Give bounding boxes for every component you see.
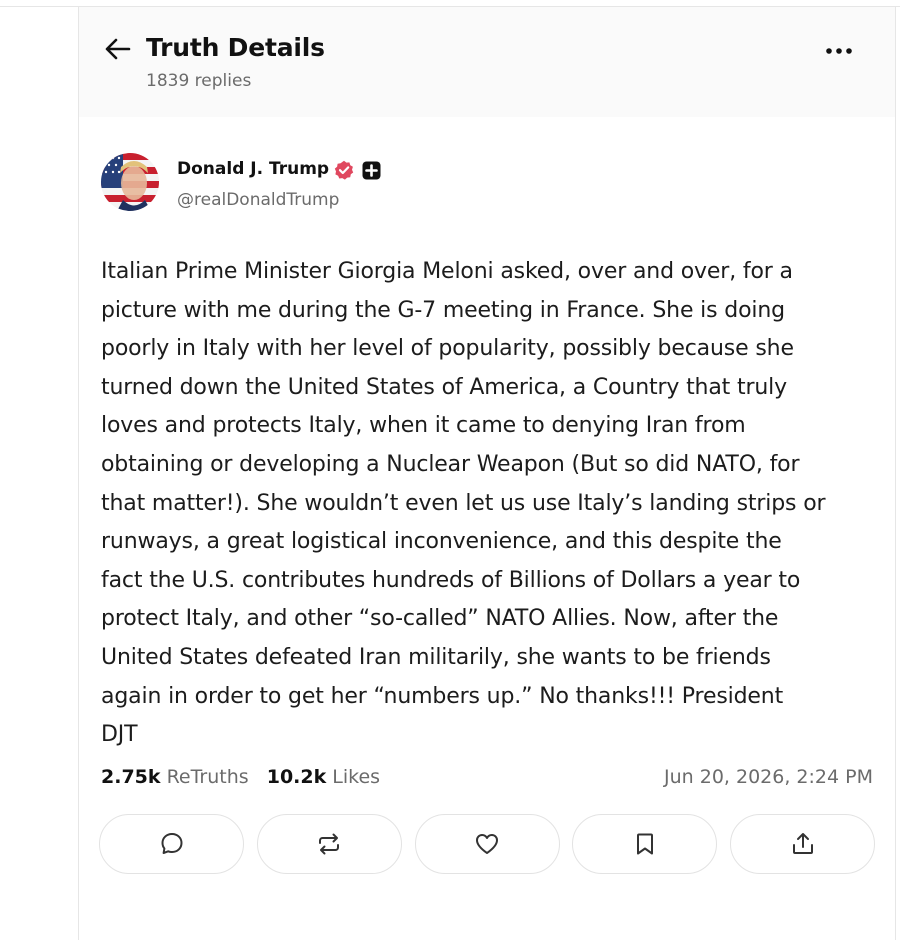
author-handle[interactable]: @realDonaldTrump xyxy=(177,190,339,210)
back-button[interactable] xyxy=(103,35,133,63)
repost-icon xyxy=(319,833,340,855)
share-button[interactable] xyxy=(730,814,875,874)
replies-count: 1839 replies xyxy=(146,71,252,91)
retruths-count: 2.75k xyxy=(101,766,161,788)
like-button[interactable] xyxy=(414,814,560,874)
heart-icon xyxy=(476,834,498,854)
avatar-image xyxy=(101,153,159,211)
engagement-stats: 2.75k ReTruths 10.2k Likes xyxy=(101,766,392,788)
author-name[interactable]: Donald J. Trump xyxy=(177,159,329,179)
likes-stat[interactable]: 10.2k Likes xyxy=(267,766,380,788)
plus-badge-icon xyxy=(362,161,381,180)
reply-button[interactable] xyxy=(99,814,244,874)
action-bar xyxy=(99,814,875,876)
comment-icon xyxy=(161,833,182,854)
bookmark-icon xyxy=(636,833,653,855)
page: Truth Details 1839 replies Donald J. Tru… xyxy=(0,0,900,940)
more-options-button[interactable] xyxy=(823,41,855,61)
retruths-label: ReTruths xyxy=(166,766,249,788)
post-timestamp: Jun 20, 2026, 2:24 PM xyxy=(664,766,873,788)
retruths-stat[interactable]: 2.75k ReTruths xyxy=(101,766,249,788)
post-text: Italian Prime Minister Giorgia Meloni as… xyxy=(101,259,826,748)
likes-count: 10.2k xyxy=(266,766,327,788)
retruth-button[interactable] xyxy=(256,814,402,874)
page-title: Truth Details xyxy=(146,33,325,62)
more-horizontal-icon xyxy=(826,48,852,54)
verified-badge-icon xyxy=(334,160,354,180)
arrow-left-icon xyxy=(105,38,131,60)
avatar[interactable] xyxy=(101,153,159,211)
share-icon xyxy=(792,833,813,854)
top-divider xyxy=(0,0,900,7)
bookmark-button[interactable] xyxy=(572,814,718,874)
page-header: Truth Details 1839 replies xyxy=(79,7,895,117)
likes-label: Likes xyxy=(332,766,381,788)
post-column: Truth Details 1839 replies Donald J. Tru… xyxy=(78,7,896,940)
